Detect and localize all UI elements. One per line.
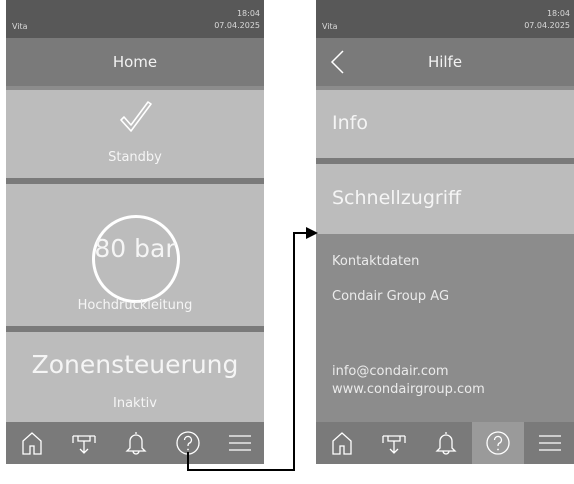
navigation-arrow bbox=[187, 227, 318, 471]
